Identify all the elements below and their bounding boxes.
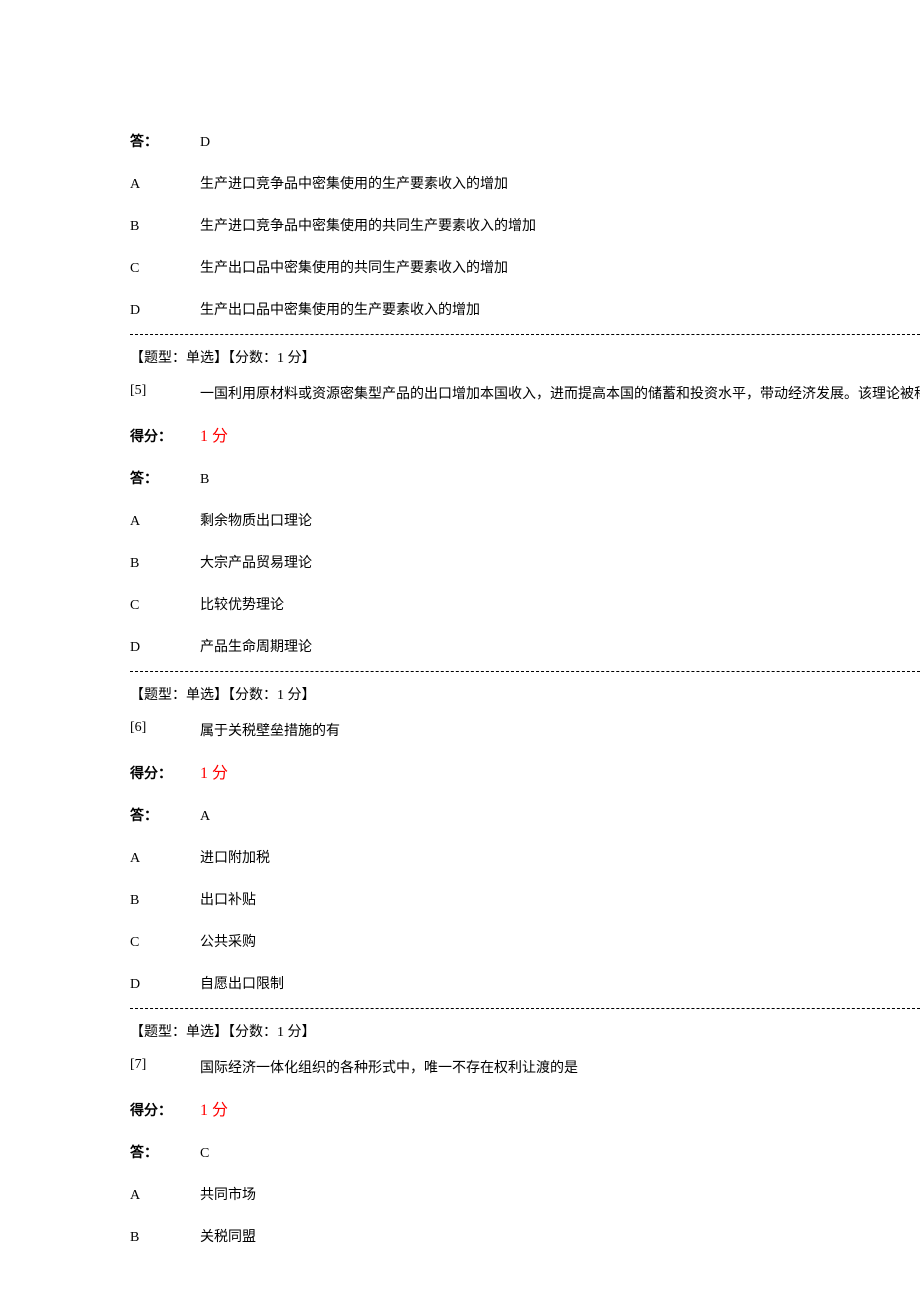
question-meta: 【题型：单选】【分数：1 分】	[130, 339, 920, 373]
score-row: 得分： 1 分	[130, 411, 920, 457]
option-letter: B	[130, 556, 200, 572]
answer-row: 答： D	[130, 120, 920, 162]
option-letter: D	[130, 303, 200, 319]
option-row: B 出口补贴	[130, 878, 920, 920]
divider	[130, 1008, 920, 1009]
question-number: [5]	[130, 383, 200, 399]
score-label: 得分：	[130, 763, 200, 783]
divider	[130, 671, 920, 672]
option-row: C 生产出口品中密集使用的共同生产要素收入的增加	[130, 246, 920, 288]
option-letter: A	[130, 1188, 200, 1204]
score-label: 得分：	[130, 1100, 200, 1120]
question-text: 国际经济一体化组织的各种形式中，唯一不存在权利让渡的是	[200, 1057, 920, 1077]
option-letter: B	[130, 219, 200, 235]
option-row: B 关税同盟	[130, 1215, 920, 1257]
question-row: [6] 属于关税壁垒措施的有	[130, 710, 920, 748]
option-row: C 比较优势理论	[130, 583, 920, 625]
option-text: 剩余物质出口理论	[200, 510, 920, 530]
option-row: C 公共采购	[130, 920, 920, 962]
answer-value: B	[200, 472, 920, 488]
document-page: 答： D A 生产进口竞争品中密集使用的生产要素收入的增加 B 生产进口竞争品中…	[0, 0, 920, 1297]
option-row: D 自愿出口限制	[130, 962, 920, 1004]
option-letter: C	[130, 598, 200, 614]
score-value: 1 分	[200, 1096, 920, 1120]
option-row: B 大宗产品贸易理论	[130, 541, 920, 583]
answer-label: 答：	[130, 805, 200, 825]
score-row: 得分： 1 分	[130, 748, 920, 794]
option-text: 产品生命周期理论	[200, 636, 920, 656]
option-letter: C	[130, 935, 200, 951]
answer-row: 答： C	[130, 1131, 920, 1173]
option-row: A 共同市场	[130, 1173, 920, 1215]
question-row: [5] 一国利用原材料或资源密集型产品的出口增加本国收入，进而提高本国的储蓄和投…	[130, 373, 920, 411]
option-text: 进口附加税	[200, 847, 920, 867]
option-letter: A	[130, 514, 200, 530]
option-row: B 生产进口竞争品中密集使用的共同生产要素收入的增加	[130, 204, 920, 246]
option-row: A 进口附加税	[130, 836, 920, 878]
answer-row: 答： A	[130, 794, 920, 836]
option-text: 生产出口品中密集使用的生产要素收入的增加	[200, 299, 920, 319]
option-text: 自愿出口限制	[200, 973, 920, 993]
answer-value: A	[200, 809, 920, 825]
score-value: 1 分	[200, 422, 920, 446]
option-text: 出口补贴	[200, 889, 920, 909]
score-value: 1 分	[200, 759, 920, 783]
option-row: A 剩余物质出口理论	[130, 499, 920, 541]
option-letter: D	[130, 977, 200, 993]
answer-value: C	[200, 1146, 920, 1162]
score-label: 得分：	[130, 426, 200, 446]
option-text: 公共采购	[200, 931, 920, 951]
option-letter: B	[130, 1230, 200, 1246]
option-text: 生产进口竞争品中密集使用的生产要素收入的增加	[200, 173, 920, 193]
option-text: 生产出口品中密集使用的共同生产要素收入的增加	[200, 257, 920, 277]
option-text: 关税同盟	[200, 1226, 920, 1246]
option-text: 大宗产品贸易理论	[200, 552, 920, 572]
option-row: D 生产出口品中密集使用的生产要素收入的增加	[130, 288, 920, 330]
option-letter: D	[130, 640, 200, 656]
option-row: A 生产进口竞争品中密集使用的生产要素收入的增加	[130, 162, 920, 204]
divider	[130, 334, 920, 335]
option-text: 生产进口竞争品中密集使用的共同生产要素收入的增加	[200, 215, 920, 235]
answer-value: D	[200, 135, 920, 151]
answer-label: 答：	[130, 1142, 200, 1162]
question-number: [7]	[130, 1057, 200, 1073]
question-text: 属于关税壁垒措施的有	[200, 720, 920, 740]
option-text: 比较优势理论	[200, 594, 920, 614]
question-meta: 【题型：单选】【分数：1 分】	[130, 676, 920, 710]
option-row: D 产品生命周期理论	[130, 625, 920, 667]
option-letter: B	[130, 893, 200, 909]
option-letter: A	[130, 851, 200, 867]
question-number: [6]	[130, 720, 200, 736]
answer-label: 答：	[130, 131, 200, 151]
question-meta: 【题型：单选】【分数：1 分】	[130, 1013, 920, 1047]
score-row: 得分： 1 分	[130, 1085, 920, 1131]
option-letter: C	[130, 261, 200, 277]
option-letter: A	[130, 177, 200, 193]
answer-label: 答：	[130, 468, 200, 488]
question-row: [7] 国际经济一体化组织的各种形式中，唯一不存在权利让渡的是	[130, 1047, 920, 1085]
question-text: 一国利用原材料或资源密集型产品的出口增加本国收入，进而提高本国的储蓄和投资水平，…	[200, 383, 920, 403]
answer-row: 答： B	[130, 457, 920, 499]
option-text: 共同市场	[200, 1184, 920, 1204]
